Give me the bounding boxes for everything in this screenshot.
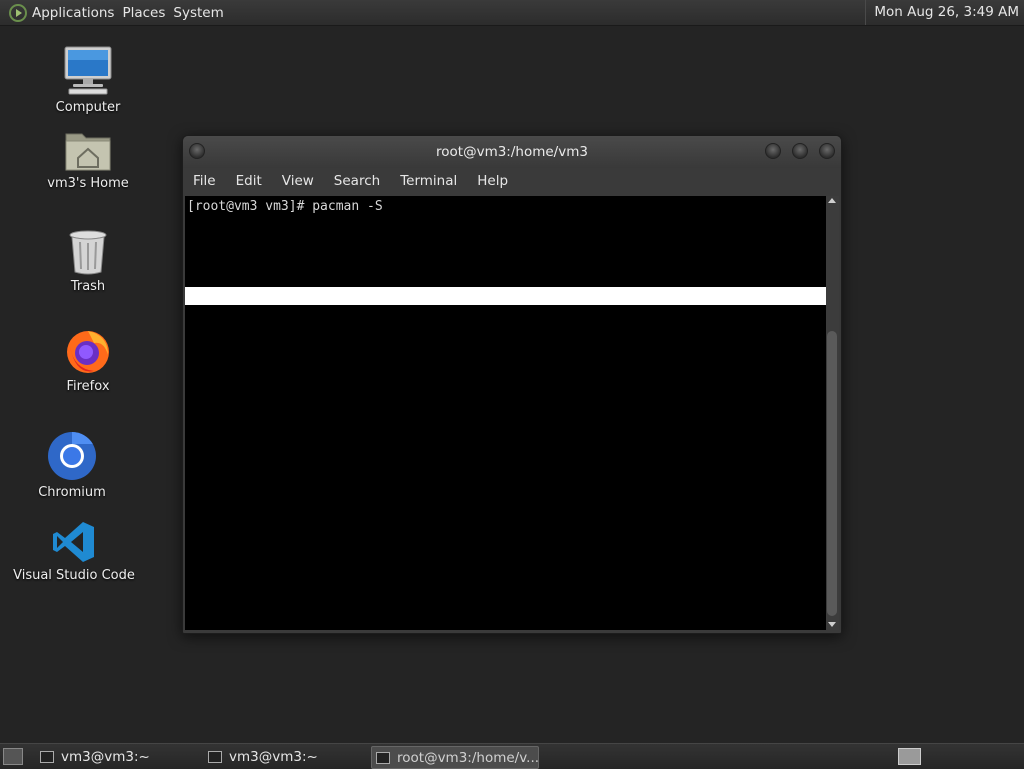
top-panel: Applications Places System Mon Aug 26, 3…	[0, 0, 1024, 26]
desktop-icon-trash[interactable]: Trash	[23, 229, 153, 294]
computer-icon	[64, 46, 112, 95]
taskbar-item[interactable]: vm3@vm3:~	[204, 746, 366, 767]
mate-logo-icon[interactable]	[9, 3, 27, 22]
terminal-window[interactable]: root@vm3:/home/vm3 File Edit View Search…	[182, 135, 842, 634]
desktop-icon-label: Computer	[55, 100, 121, 115]
close-button[interactable]	[819, 143, 835, 159]
bottom-panel: vm3@vm3:~ vm3@vm3:~ root@vm3:/home/v...	[0, 743, 1024, 769]
chromium-icon	[48, 432, 96, 480]
clock[interactable]: Mon Aug 26, 3:49 AM	[865, 0, 1024, 25]
maximize-button[interactable]	[792, 143, 808, 159]
desktop-icon-computer[interactable]: Computer	[23, 44, 153, 115]
menu-view[interactable]: View	[272, 173, 324, 189]
vscode-icon	[53, 522, 94, 562]
minimize-button[interactable]	[765, 143, 781, 159]
scroll-down-arrow-icon[interactable]	[828, 622, 836, 627]
firefox-icon	[67, 331, 109, 373]
desktop-icon-label: Trash	[70, 279, 106, 294]
desktop-icon-chromium[interactable]: Chromium	[7, 431, 137, 500]
home-folder-icon	[65, 133, 111, 171]
desktop-icon-label: Visual Studio Code	[13, 568, 135, 583]
terminal-menubar: File Edit View Search Terminal Help	[183, 168, 841, 194]
places-menu[interactable]: Places	[122, 5, 173, 21]
menu-help[interactable]: Help	[467, 173, 518, 189]
terminal-icon	[376, 751, 390, 764]
terminal-output[interactable]: [root@vm3 vm3]# pacman -S	[185, 196, 826, 630]
desktop-icon-label: Firefox	[66, 379, 110, 394]
terminal-prompt-line: [root@vm3 vm3]# pacman -S	[187, 199, 383, 214]
trash-icon	[69, 230, 107, 275]
menu-terminal[interactable]: Terminal	[390, 173, 467, 189]
taskbar-item[interactable]: vm3@vm3:~	[36, 746, 198, 767]
desktop-icon-label: vm3's Home	[47, 176, 129, 191]
taskbar-item-active[interactable]: root@vm3:/home/v...	[371, 746, 539, 769]
terminal-icon	[208, 750, 222, 763]
system-menu[interactable]: System	[173, 5, 231, 21]
taskbar-item-label: vm3@vm3:~	[61, 748, 150, 765]
taskbar-item-label: root@vm3:/home/v...	[397, 749, 539, 766]
menu-edit[interactable]: Edit	[226, 173, 272, 189]
menu-file[interactable]: File	[183, 173, 226, 189]
taskbar-item-label: vm3@vm3:~	[229, 748, 318, 765]
window-titlebar[interactable]: root@vm3:/home/vm3	[183, 136, 841, 168]
show-desktop-icon[interactable]	[3, 748, 23, 765]
window-title: root@vm3:/home/vm3	[436, 144, 588, 160]
scrollbar-thumb[interactable]	[827, 331, 837, 616]
applications-menu[interactable]: Applications	[32, 5, 122, 21]
terminal-icon	[40, 750, 54, 763]
menu-search[interactable]: Search	[324, 173, 390, 189]
workspace-switcher[interactable]	[898, 748, 921, 765]
desktop-icon-firefox[interactable]: Firefox	[23, 327, 153, 394]
desktop-icon-home[interactable]: vm3's Home	[23, 128, 153, 191]
scroll-up-arrow-icon[interactable]	[828, 198, 836, 203]
terminal-scrollbar[interactable]	[826, 196, 839, 630]
terminal-highlight-bar	[185, 287, 826, 305]
desktop-icon-vscode[interactable]: Visual Studio Code	[9, 520, 139, 583]
desktop-icon-label: Chromium	[38, 485, 106, 500]
